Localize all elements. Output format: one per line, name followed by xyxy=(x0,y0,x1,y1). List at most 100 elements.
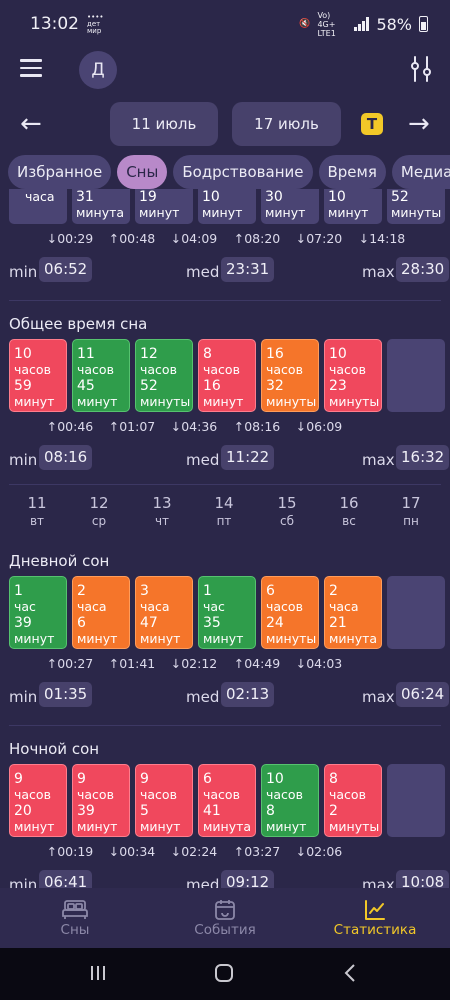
med-label: med: xyxy=(186,451,225,469)
min-label: min: xyxy=(9,263,43,281)
start-date-button[interactable]: 11 июль xyxy=(110,102,218,146)
delta-value: ↓04:03 xyxy=(295,656,343,671)
stat-cell-empty[interactable] xyxy=(387,339,445,412)
signal-icon xyxy=(354,17,370,31)
recent-apps-icon[interactable] xyxy=(88,962,108,984)
tab-favorites[interactable]: Избранное xyxy=(8,155,112,189)
stat-cell[interactable]: 10 минут xyxy=(198,189,256,224)
nav-events[interactable]: События xyxy=(170,898,280,938)
day-label: 17 пн xyxy=(401,494,421,528)
stat-cell[interactable]: 6 часов 41 минута xyxy=(198,764,256,837)
end-date-button[interactable]: 17 июль xyxy=(232,102,341,146)
stat-cell[interactable]: 6 часов 24 минуты xyxy=(261,576,319,649)
max-label: max: xyxy=(362,451,400,469)
max-value: 28:30 xyxy=(396,257,450,282)
tab-label: Время xyxy=(327,163,377,181)
delta-row: ↑00:19 ↓00:34 ↓02:24 ↑03:27 ↓02:06 xyxy=(0,837,450,867)
delta-row: ↑00:27 ↑01:41 ↓02:12 ↑04:49 ↓04:03 xyxy=(0,649,450,679)
today-badge[interactable]: T xyxy=(361,113,383,135)
home-icon[interactable] xyxy=(213,962,235,984)
day-label: 12 ср xyxy=(89,494,109,528)
day-label: 16 вс xyxy=(339,494,359,528)
delta-value: ↑08:20 xyxy=(233,231,281,246)
stat-cell[interactable]: 9 часов 39 минут xyxy=(72,764,130,837)
status-time: 13:02 xyxy=(30,14,79,34)
end-date-label: 17 июль xyxy=(254,115,319,133)
day-label: 13 чт xyxy=(152,494,172,528)
tab-sleep[interactable]: Сны xyxy=(117,155,168,189)
system-navigation xyxy=(0,948,450,1000)
stat-cell[interactable]: 31 минута xyxy=(72,189,130,224)
min-value: 01:35 xyxy=(39,682,93,707)
delta-value: ↓06:09 xyxy=(295,419,343,434)
delta-row: ↑00:46 ↑01:07 ↓04:36 ↑08:16 ↓06:09 xyxy=(0,412,450,442)
stat-cell[interactable]: 11 часов 45 минут xyxy=(72,339,130,412)
avatar[interactable]: Д xyxy=(79,51,117,89)
stat-cell[interactable]: 9 часов 5 минут xyxy=(135,764,193,837)
stat-cell[interactable]: 10 часов 8 минут xyxy=(261,764,319,837)
nav-statistics[interactable]: Статистика xyxy=(320,898,430,938)
day-label: 15 сб xyxy=(277,494,297,528)
stat-cell[interactable]: 8 часов 16 минут xyxy=(198,339,256,412)
start-date-label: 11 июль xyxy=(131,115,197,133)
stat-cell[interactable]: 1 час 35 минут xyxy=(198,576,256,649)
avatar-letter: Д xyxy=(91,60,105,80)
stat-cell[interactable]: 2 часа 6 минут xyxy=(72,576,130,649)
delta-value: ↑03:27 xyxy=(233,844,281,859)
stat-cell-empty[interactable] xyxy=(387,576,445,649)
status-bar: 13:02 •••• дет мир 🔇 Vo) 4G+ LTE1 58% xyxy=(0,0,450,48)
med-label: med: xyxy=(186,688,225,706)
app-header: Д xyxy=(0,48,450,90)
stat-cell[interactable]: 12 часов 52 минуты xyxy=(135,339,193,412)
chart-icon xyxy=(365,900,385,920)
stat-cell[interactable]: 16 часов 32 минуты xyxy=(261,339,319,412)
tab-label: Сны xyxy=(126,163,159,181)
stat-cell[interactable]: 19 минут xyxy=(135,189,193,224)
stat-cell[interactable]: 30 минут xyxy=(261,189,319,224)
stat-cell[interactable]: 8 часов 2 минуты xyxy=(324,764,382,837)
prev-arrow-icon[interactable]: ← xyxy=(20,111,42,137)
category-tabs: Избранное Сны Бодрствование Время Медиан… xyxy=(8,155,450,189)
delta-value: ↓04:09 xyxy=(170,231,218,246)
delta-value: ↑08:16 xyxy=(233,419,281,434)
divider xyxy=(9,300,441,301)
stat-cell[interactable]: 1 час 39 минут xyxy=(9,576,67,649)
tab-time[interactable]: Время xyxy=(318,155,386,189)
tab-medians[interactable]: Медианы xyxy=(391,155,450,189)
back-icon[interactable] xyxy=(340,962,360,984)
stat-cell[interactable]: 9 часов 20 минут xyxy=(9,764,67,837)
min-med-max-row: min: 01:35 med: 02:13 max: 06:24 xyxy=(0,679,450,715)
delta-value: ↓14:18 xyxy=(358,231,406,246)
delta-value: ↓02:24 xyxy=(170,844,218,859)
stat-cell-empty[interactable] xyxy=(387,764,445,837)
next-arrow-icon[interactable]: → xyxy=(408,111,430,137)
delta-value: ↓04:36 xyxy=(170,419,218,434)
min-label: min: xyxy=(9,451,43,469)
stat-cell[interactable]: 10 минут xyxy=(324,189,382,224)
med-label: med: xyxy=(186,263,225,281)
stat-cell[interactable]: 10 часов 59 минут xyxy=(9,339,67,412)
stat-cell[interactable]: 52 минуты xyxy=(387,189,445,224)
section-title: Ночной сон xyxy=(9,740,100,758)
stat-cell[interactable]: 2 часа 21 минута xyxy=(324,576,382,649)
sliders-icon[interactable] xyxy=(406,54,436,84)
menu-icon[interactable] xyxy=(20,59,42,77)
day-label: 11 вт xyxy=(27,494,47,528)
min-med-max-row: min: 08:16 med: 11:22 max: 16:32 xyxy=(0,442,450,478)
divider xyxy=(9,484,441,485)
weekday-row: 11 вт 12 ср 13 чт 14 пт 15 сб 16 вс 17 пн xyxy=(0,493,450,548)
nav-sleep[interactable]: Сны xyxy=(20,898,130,938)
stat-cell[interactable]: 3 часа 47 минут xyxy=(135,576,193,649)
max-label: max: xyxy=(362,876,400,888)
stats-scroll-area[interactable]: часа 31 минута 19 минут 10 минут 30 минут 10… xyxy=(0,189,450,888)
night-sleep-cells-row: 9 часов 20 минут 9 часов 39 минут 9 часов 5 минут… xyxy=(0,764,450,837)
partial-cells-row: часа 31 минута 19 минут 10 минут 30 минут 10… xyxy=(0,189,450,224)
max-value: 10:08 xyxy=(396,870,450,888)
delta-value: ↓00:29 xyxy=(46,231,94,246)
tab-wakefulness[interactable]: Бодрствование xyxy=(173,155,313,189)
delta-value: ↓02:06 xyxy=(295,844,343,859)
stat-cell[interactable]: часа xyxy=(9,189,67,224)
status-icons: 🔇 Vo) 4G+ LTE1 58% xyxy=(299,11,428,38)
max-label: max: xyxy=(362,263,400,281)
stat-cell[interactable]: 10 часов 23 минуты xyxy=(324,339,382,412)
